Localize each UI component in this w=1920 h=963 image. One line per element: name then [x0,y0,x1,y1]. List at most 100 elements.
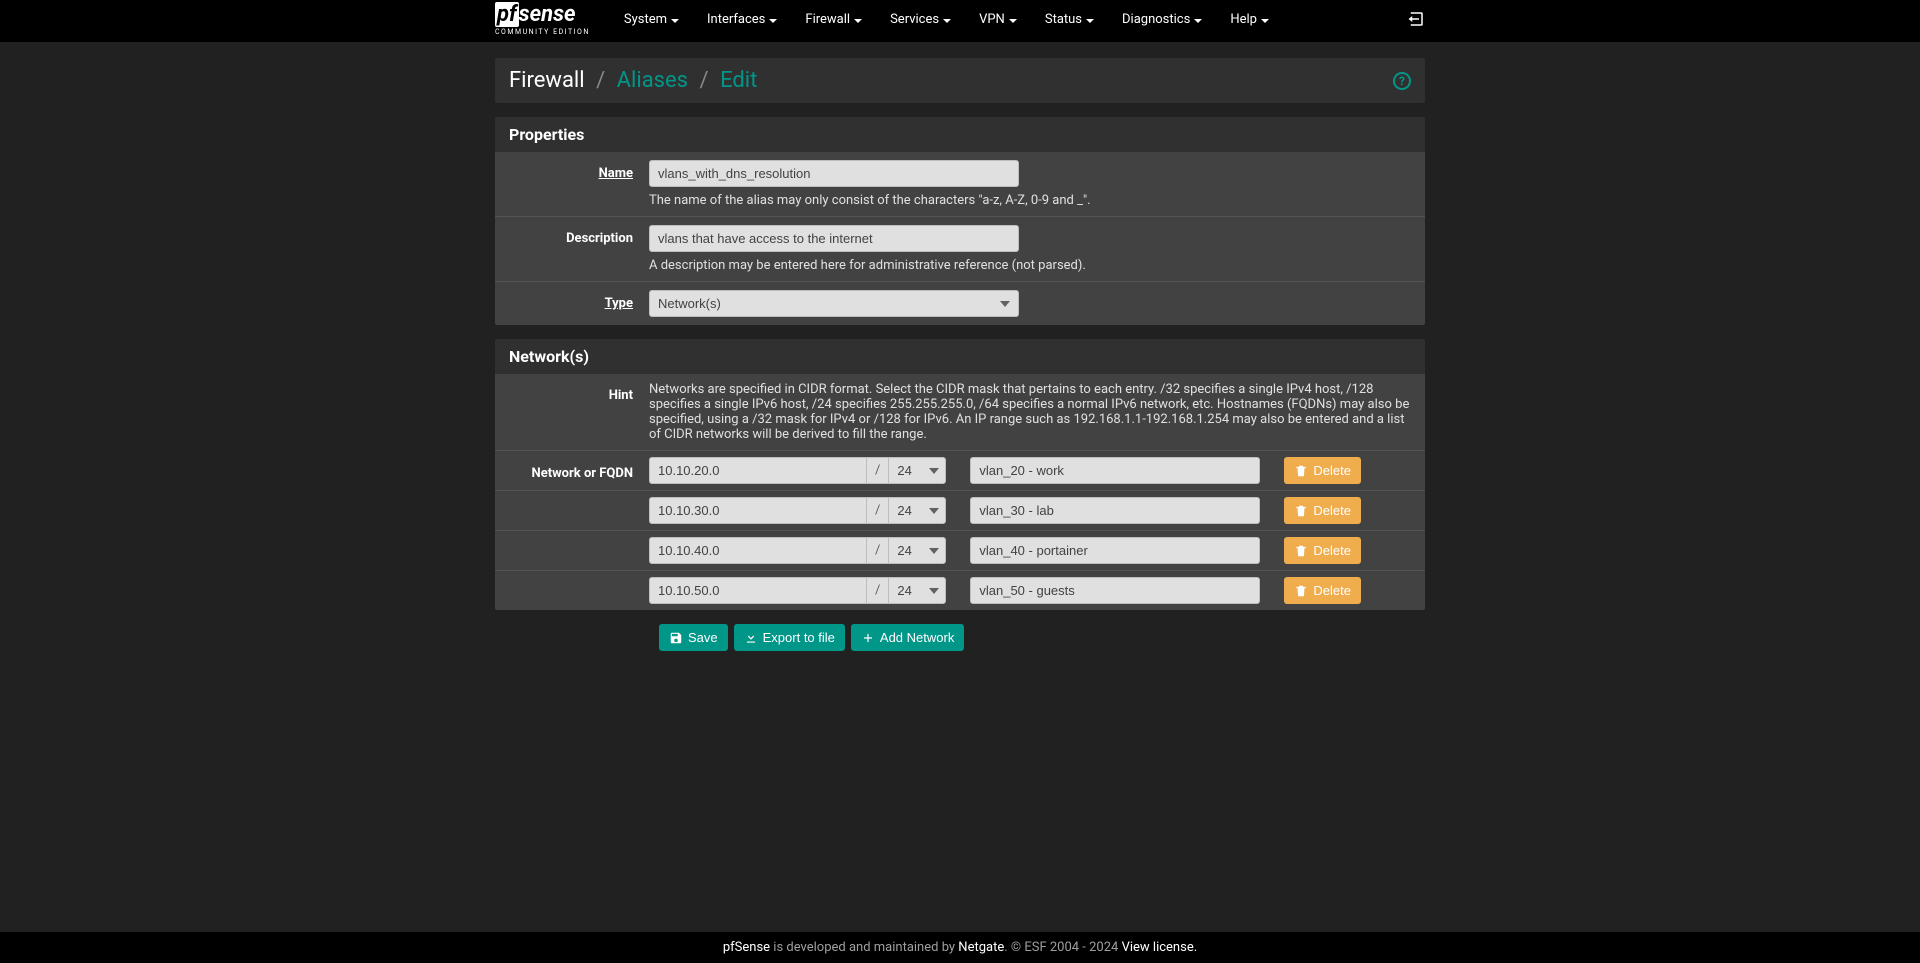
save-icon [669,631,683,645]
nav-item-label: System [624,12,667,27]
nav-item-system[interactable]: System [610,0,693,42]
brand-logo[interactable]: pfsense COMMUNITY EDITION [495,0,590,36]
delete-button[interactable]: Delete [1284,537,1361,564]
network-description-input[interactable] [970,537,1260,564]
breadcrumb-edit[interactable]: Edit [720,68,757,93]
network-row: Network or FQDN /24 Delete [495,450,1425,490]
network-address-input[interactable] [649,537,867,564]
chevron-down-icon [1086,19,1094,23]
trash-icon [1294,544,1308,558]
navbar: pfsense COMMUNITY EDITION System Interfac… [0,0,1920,42]
network-row: /24 Delete [495,570,1425,610]
name-input[interactable] [649,160,1019,187]
delete-button[interactable]: Delete [1284,577,1361,604]
network-address-input[interactable] [649,457,867,484]
delete-label: Delete [1313,463,1351,478]
chevron-down-icon [1261,19,1269,23]
delete-label: Delete [1313,583,1351,598]
name-help: The name of the alias may only consist o… [649,193,1411,208]
breadcrumb-sep: / [590,68,611,93]
cidr-mask-select[interactable]: 24 [888,537,946,564]
brand-text: pfsense [495,4,576,26]
nav-item-vpn[interactable]: VPN [965,0,1031,42]
network-label [509,548,649,554]
cidr-mask-select[interactable]: 24 [888,457,946,484]
nav-item-label: Interfaces [707,12,765,27]
cidr-mask-select[interactable]: 24 [888,577,946,604]
nav-item-firewall[interactable]: Firewall [791,0,876,42]
type-select[interactable]: Network(s) [649,290,1019,317]
save-button[interactable]: Save [659,624,728,651]
network-address-input[interactable] [649,497,867,524]
footer-view-license[interactable]: View license. [1122,940,1198,955]
export-label: Export to file [763,630,835,645]
nav-item-interfaces[interactable]: Interfaces [693,0,791,42]
properties-panel: Properties Name The name of the alias ma… [495,117,1425,325]
action-row: Save Export to file Add Network [495,624,1425,651]
network-row: /24 Delete [495,530,1425,570]
footer-mid: is developed and maintained by [770,940,958,955]
delete-label: Delete [1313,543,1351,558]
nav-item-help[interactable]: Help [1216,0,1283,42]
properties-heading: Properties [495,117,1425,152]
hint-label: Hint [509,382,649,442]
nav-item-status[interactable]: Status [1031,0,1108,42]
chevron-down-icon [769,19,777,23]
network-description-input[interactable] [970,577,1260,604]
cidr-slash: / [867,537,888,564]
add-label: Add Network [880,630,954,645]
save-label: Save [688,630,718,645]
help-icon[interactable]: ? [1393,72,1411,90]
download-icon [744,631,758,645]
breadcrumb-sep: / [694,68,715,93]
networks-panel: Network(s) Hint Networks are specified i… [495,339,1425,610]
delete-button[interactable]: Delete [1284,497,1361,524]
network-description-input[interactable] [970,497,1260,524]
nav-item-label: Services [890,12,939,27]
brand-pf: pf [495,2,519,27]
footer: pfSense is developed and maintained by N… [0,932,1920,963]
network-address-input[interactable] [649,577,867,604]
cidr-slash: / [867,577,888,604]
plus-icon [861,631,875,645]
chevron-down-icon [854,19,862,23]
networks-heading: Network(s) [495,339,1425,374]
network-label [509,508,649,514]
add-network-button[interactable]: Add Network [851,624,964,651]
footer-netgate[interactable]: Netgate [958,940,1004,955]
nav-item-label: Firewall [805,12,850,27]
trash-icon [1294,504,1308,518]
nav-item-label: Help [1230,12,1257,27]
trash-icon [1294,584,1308,598]
chevron-down-icon [1009,19,1017,23]
cidr-slash: / [867,457,888,484]
network-label [509,588,649,594]
nav-item-services[interactable]: Services [876,0,965,42]
description-input[interactable] [649,225,1019,252]
cidr-mask-select[interactable]: 24 [888,497,946,524]
footer-copyright: . © ESF 2004 - 2024 [1004,940,1121,955]
logout-icon[interactable] [1407,10,1425,32]
network-description-input[interactable] [970,457,1260,484]
footer-pfsense: pfSense [723,940,770,955]
breadcrumb-aliases[interactable]: Aliases [617,68,688,93]
export-button[interactable]: Export to file [734,624,845,651]
delete-label: Delete [1313,503,1351,518]
type-label: Type [509,290,649,317]
breadcrumb-bar: Firewall / Aliases / Edit ? [495,58,1425,103]
description-help: A description may be entered here for ad… [649,258,1411,273]
chevron-down-icon [1194,19,1202,23]
breadcrumb: Firewall / Aliases / Edit [509,68,757,93]
chevron-down-icon [943,19,951,23]
delete-button[interactable]: Delete [1284,457,1361,484]
breadcrumb-root[interactable]: Firewall [509,68,585,93]
hint-text: Networks are specified in CIDR format. S… [649,382,1411,442]
nav-item-label: Diagnostics [1122,12,1190,27]
trash-icon [1294,464,1308,478]
cidr-slash: / [867,497,888,524]
nav-item-label: VPN [979,12,1005,27]
network-label: Network or FQDN [509,460,649,481]
nav-item-diagnostics[interactable]: Diagnostics [1108,0,1216,42]
nav-item-label: Status [1045,12,1082,27]
chevron-down-icon [671,19,679,23]
